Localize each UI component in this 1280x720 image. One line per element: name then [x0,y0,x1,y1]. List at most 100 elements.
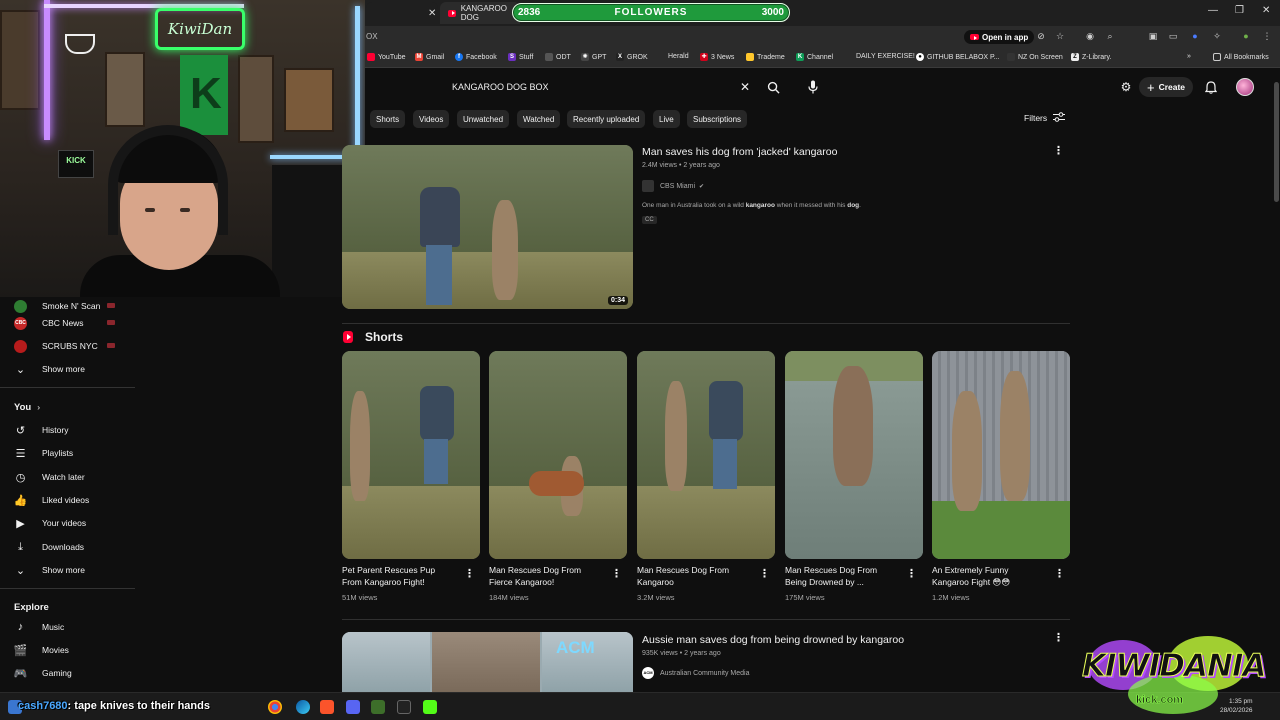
clear-search-icon[interactable]: ✕ [737,79,753,95]
url-text[interactable]: OX [366,32,378,41]
video-thumbnail[interactable]: ACM [342,632,633,692]
close-icon[interactable]: ✕ [428,8,436,19]
chip-unwatched[interactable]: Unwatched [457,110,510,128]
short-thumbnail[interactable] [489,351,627,559]
chip-videos[interactable]: Videos [413,110,450,128]
bookmark-daily-exercise[interactable]: DAILY EXERCISE! [856,53,915,60]
bookmark-3news[interactable]: ✚ 3 News [700,53,734,61]
more-options-icon[interactable]: ⋮ [906,567,917,581]
bookmark-zlibrary[interactable]: Z Z-Library. [1071,53,1111,61]
filters-button[interactable]: Filters [1024,112,1066,124]
microphone-icon[interactable] [805,79,821,95]
tab-previous[interactable]: ✕ [366,2,438,24]
tab-active[interactable]: KANGAROO DOG [440,2,520,24]
open-in-app-button[interactable]: Open in app [964,30,1035,44]
bookmark-trademe[interactable]: Trademe [746,53,785,61]
channel-link[interactable]: ACM Australian Community Media [642,667,749,679]
more-options-icon[interactable]: ⋮ [759,567,770,581]
close-window-icon[interactable]: ✕ [1262,5,1270,16]
create-button[interactable]: + Create [1139,77,1193,97]
search-box[interactable] [443,76,761,98]
bookmark-channel[interactable]: K Channel [796,53,833,61]
short-thumbnail[interactable] [342,351,480,559]
short-thumbnail[interactable] [637,351,775,559]
kick-icon[interactable] [423,700,437,714]
more-options-icon[interactable]: ⋮ [1053,631,1064,645]
sidebar-sub-cbc-news[interactable]: CBC CBC News [14,314,129,332]
video-title[interactable]: Aussie man saves dog from being drowned … [642,634,904,646]
chip-live[interactable]: Live [653,110,680,128]
sidebar-you[interactable]: You › [14,398,129,416]
video-title[interactable]: Man saves his dog from 'jacked' kangaroo [642,146,837,158]
gear-icon[interactable]: ⚙ [1118,79,1134,95]
more-options-icon[interactable]: ⋮ [1053,144,1064,158]
extension-icon-2[interactable]: ▣ [1148,31,1158,41]
sidebar-item-your-videos[interactable]: ▶ Your videos [14,514,129,532]
menu-icon[interactable]: ⋮ [1262,31,1272,41]
search-input[interactable] [443,76,761,98]
profile-icon[interactable]: ● [1241,31,1251,41]
bookmarks-overflow-icon[interactable]: » [1187,53,1191,60]
terminal-icon[interactable] [397,700,411,714]
password-icon[interactable]: ● [1190,31,1200,41]
bookmark-facebook[interactable]: f Facebook [455,53,497,61]
discord-icon[interactable] [346,700,360,714]
cast-icon[interactable]: ▭ [1168,31,1178,41]
chip-watched[interactable]: Watched [517,110,561,128]
chrome-icon[interactable] [268,700,282,714]
bookmark-nz-on-screen[interactable]: NZ On Screen [1007,53,1063,61]
short-thumbnail[interactable] [932,351,1070,559]
chip-recently-uploaded[interactable]: Recently uploaded [567,110,646,128]
avatar[interactable] [1236,78,1254,96]
bookmark-youtube[interactable]: YouTube [367,53,406,61]
bookmark-gpt[interactable]: ✺ GPT [581,53,606,61]
sidebar-show-more-you[interactable]: ⌄ Show more [14,561,129,579]
channel-link[interactable]: CBS Miami ✔ [642,180,704,192]
app-icon[interactable] [371,700,385,714]
sidebar-sub-scrubs-nyc[interactable]: SCRUBS NYC [14,337,129,355]
sidebar-item-liked-videos[interactable]: 👍 Liked videos [14,491,129,509]
sidebar-show-more-subscriptions[interactable]: ⌄ Show more [14,360,129,378]
chevron-right-icon: › [37,402,41,412]
sidebar-item-playlists[interactable]: ☰ Playlists [14,444,129,462]
more-options-icon[interactable]: ⋮ [464,567,475,581]
sidebar-sub-smoke-n-scan[interactable]: Smoke N' Scan [14,297,129,315]
search-icon[interactable] [765,79,781,95]
bookmark-herald[interactable]: Herald [668,53,689,60]
chip-shorts[interactable]: Shorts [370,110,406,128]
puzzle-icon[interactable]: ✧ [1212,31,1222,41]
edge-icon[interactable] [296,700,310,714]
more-options-icon[interactable]: ⋮ [1054,567,1065,581]
bookmark-github[interactable]: ● GITHUB BELABOX P... [916,53,1000,61]
all-bookmarks[interactable]: All Bookmarks [1213,53,1269,61]
sidebar-item-watch-later[interactable]: ◷ Watch later [14,468,129,486]
more-options-icon[interactable]: ⋮ [611,567,622,581]
short-title[interactable]: Man Rescues Dog From Being Drowned by ... [785,564,877,588]
eye-off-icon[interactable]: ⊘ [1036,31,1046,41]
zoom-icon[interactable]: ⌕ [1105,31,1115,41]
brave-icon[interactable] [320,700,334,714]
minimize-icon[interactable]: — [1208,5,1218,16]
short-title[interactable]: Man Rescues Dog From Fierce Kangaroo! [489,564,581,588]
scroll-thumb[interactable] [1274,82,1279,202]
bookmark-stuff[interactable]: S Stuff [508,53,533,61]
short-title[interactable]: An Extremely Funny Kangaroo Fight 😳😳 [932,564,1010,588]
short-title[interactable]: Man Rescues Dog From Kangaroo [637,564,729,588]
chip-subscriptions[interactable]: Subscriptions [687,110,748,128]
star-icon[interactable]: ☆ [1055,31,1065,41]
maximize-icon[interactable]: ❐ [1235,5,1244,16]
bookmark-grok[interactable]: X GROK [616,53,648,61]
bookmark-gmail[interactable]: M Gmail [415,53,444,61]
sidebar-item-history[interactable]: ↺ History [14,421,129,439]
bell-icon[interactable] [1203,79,1219,95]
bookmark-odt[interactable]: ODT [545,53,571,61]
sidebar-item-music[interactable]: ♪ Music [14,618,129,636]
short-thumbnail[interactable] [785,351,923,559]
sidebar-item-downloads[interactable]: ⤓ Downloads [14,538,129,556]
extension-icon[interactable]: ◉ [1085,31,1095,41]
short-title[interactable]: Pet Parent Rescues Pup From Kangaroo Figh… [342,564,435,588]
sidebar-item-movies[interactable]: 🎬 Movies [14,641,129,659]
page-scrollbar[interactable] [1272,70,1280,692]
video-thumbnail[interactable]: 0:34 [342,145,633,309]
sidebar-item-gaming[interactable]: 🎮 Gaming [14,664,129,682]
